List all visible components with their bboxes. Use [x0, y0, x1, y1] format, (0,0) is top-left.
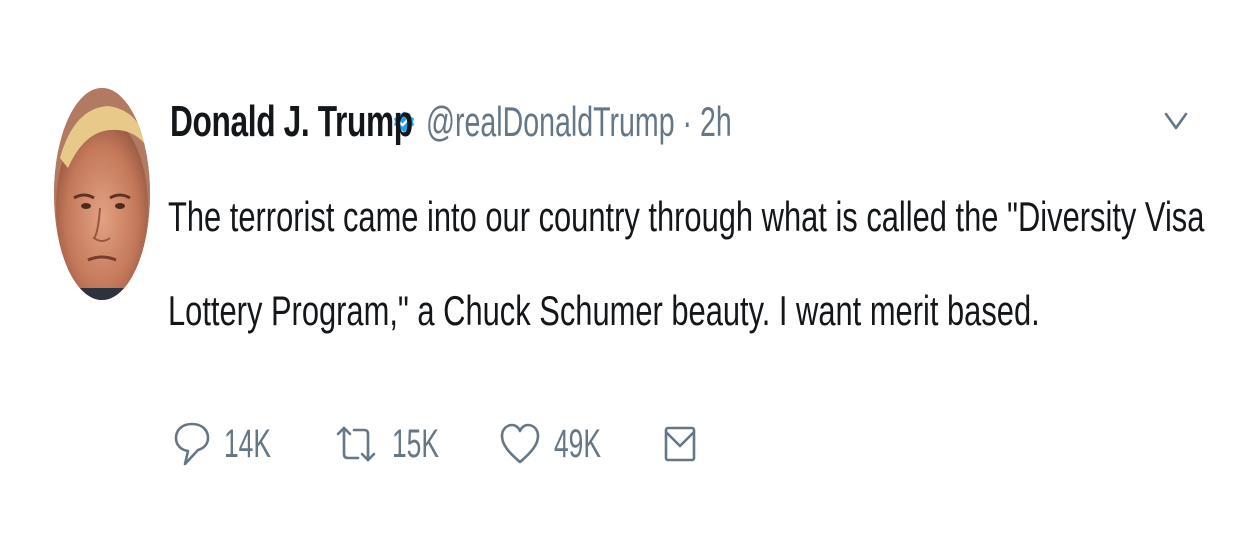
- tweet-header: Donald J. Trump @realDonaldTrump · 2h: [170, 92, 732, 152]
- tweet-text: The terrorist came into our country thro…: [168, 170, 1205, 358]
- envelope-icon: [664, 426, 696, 462]
- retweet-count: 15K: [392, 421, 439, 466]
- like-count: 49K: [554, 421, 601, 466]
- tweet-text-line-1: The terrorist came into our country thro…: [168, 193, 1205, 240]
- tweet-actions: 14K 15K 49K: [172, 414, 772, 474]
- like-button[interactable]: 49K: [498, 414, 624, 474]
- retweet-icon: [336, 426, 376, 462]
- avatar[interactable]: [54, 88, 150, 300]
- reply-count: 14K: [224, 421, 271, 466]
- tweet-text-line-2: Lottery Program," a Chuck Schumer beauty…: [168, 287, 1040, 334]
- separator-dot: ·: [682, 98, 693, 145]
- timestamp[interactable]: 2h: [700, 98, 732, 145]
- heart-icon: [500, 423, 540, 464]
- handle-and-time: @realDonaldTrump · 2h: [426, 98, 732, 146]
- direct-message-button[interactable]: [662, 414, 698, 474]
- reply-icon: [174, 422, 210, 466]
- tweet-card[interactable]: Donald J. Trump @realDonaldTrump · 2h Th…: [0, 0, 1242, 544]
- avatar-portrait: [54, 88, 150, 300]
- author-handle[interactable]: @realDonaldTrump: [426, 98, 675, 145]
- author-name[interactable]: Donald J. Trump: [170, 97, 413, 147]
- retweet-button[interactable]: 15K: [332, 414, 462, 474]
- reply-button[interactable]: 14K: [172, 414, 294, 474]
- chevron-down-icon[interactable]: [1160, 104, 1192, 136]
